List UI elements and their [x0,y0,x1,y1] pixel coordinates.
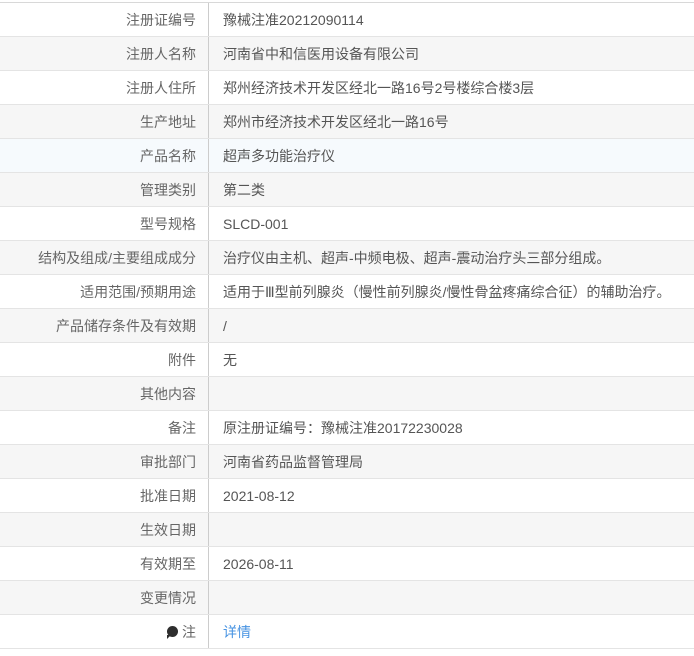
table-row: 管理类别 第二类 [0,173,694,207]
row-label-cell: 有效期至 [0,547,209,580]
row-value-cell: 原注册证编号：豫械注准20172230028 [209,411,694,444]
row-label: 产品名称 [140,147,196,164]
row-value: SLCD-001 [223,215,289,232]
table-row: 型号规格 SLCD-001 [0,207,694,241]
table-row: 附件 无 [0,343,694,377]
row-label-cell: 产品储存条件及有效期 [0,309,209,342]
row-label: 结构及组成/主要组成成分 [38,249,196,266]
row-label: 产品储存条件及有效期 [56,317,196,334]
row-label: 管理类别 [140,181,196,198]
row-label-cell: 注 [0,615,209,648]
row-label-cell: 其他内容 [0,377,209,410]
row-label-cell: 生效日期 [0,513,209,546]
row-value-cell: 豫械注准20212090114 [209,3,694,36]
row-value: 2021-08-12 [223,487,295,504]
table-row: 变更情况 [0,581,694,615]
row-value: 超声多功能治疗仪 [223,147,335,164]
row-value-cell: 2021-08-12 [209,479,694,512]
row-label-cell: 结构及组成/主要组成成分 [0,241,209,274]
row-label: 注 [182,623,196,640]
table-row: 注册证编号 豫械注准20212090114 [0,3,694,37]
row-label-cell: 注册人住所 [0,71,209,104]
row-label-cell: 注册证编号 [0,3,209,36]
row-value-cell: 第二类 [209,173,694,206]
row-label: 适用范围/预期用途 [80,283,196,300]
table-row: 结构及组成/主要组成成分 治疗仪由主机、超声-中频电极、超声-震动治疗头三部分组… [0,241,694,275]
row-value: / [223,317,227,334]
registration-table: 注册证编号 豫械注准20212090114 注册人名称 河南省中和信医用设备有限… [0,2,694,649]
row-label-cell: 批准日期 [0,479,209,512]
row-value-cell: / [209,309,694,342]
row-label: 备注 [168,419,196,436]
row-value-cell: 郑州市经济技术开发区经北一路16号 [209,105,694,138]
row-value: 治疗仪由主机、超声-中频电极、超声-震动治疗头三部分组成。 [223,249,611,266]
row-value: 原注册证编号：豫械注准20172230028 [223,419,463,436]
row-value: 郑州市经济技术开发区经北一路16号 [223,113,449,130]
row-value: 2026-08-11 [223,555,294,572]
row-label: 变更情况 [140,589,196,606]
table-row: 产品储存条件及有效期 / [0,309,694,343]
row-label-cell: 产品名称 [0,139,209,172]
row-label: 注册人名称 [126,45,196,62]
row-label: 生效日期 [140,521,196,538]
row-value: 适用于Ⅲ型前列腺炎（慢性前列腺炎/慢性骨盆疼痛综合征）的辅助治疗。 [223,283,671,300]
row-value: 无 [223,351,237,368]
registration-detail-page: 注册证编号 豫械注准20212090114 注册人名称 河南省中和信医用设备有限… [0,0,694,649]
row-label-cell: 备注 [0,411,209,444]
row-value-cell: 河南省中和信医用设备有限公司 [209,37,694,70]
row-value-cell: 超声多功能治疗仪 [209,139,694,172]
row-label: 生产地址 [140,113,196,130]
row-label-cell: 管理类别 [0,173,209,206]
table-row: 注册人住所 郑州经济技术开发区经北一路16号2号楼综合楼3层 [0,71,694,105]
row-label-cell: 附件 [0,343,209,376]
row-value: 第二类 [223,181,265,198]
table-row: 审批部门 河南省药品监督管理局 [0,445,694,479]
row-label-cell: 型号规格 [0,207,209,240]
table-row: 适用范围/预期用途 适用于Ⅲ型前列腺炎（慢性前列腺炎/慢性骨盆疼痛综合征）的辅助… [0,275,694,309]
row-value-cell: 2026-08-11 [209,547,694,580]
table-row: 生效日期 [0,513,694,547]
table-row: 注册人名称 河南省中和信医用设备有限公司 [0,37,694,71]
row-value: 河南省药品监督管理局 [223,453,363,470]
table-row: 有效期至 2026-08-11 [0,547,694,581]
row-label: 批准日期 [140,487,196,504]
note-balloon-icon [167,626,178,639]
row-value-cell: SLCD-001 [209,207,694,240]
row-label-cell: 审批部门 [0,445,209,478]
detail-link[interactable]: 详情 [223,622,251,642]
row-value-cell: 郑州经济技术开发区经北一路16号2号楼综合楼3层 [209,71,694,104]
table-row: 生产地址 郑州市经济技术开发区经北一路16号 [0,105,694,139]
row-value-cell: 治疗仪由主机、超声-中频电极、超声-震动治疗头三部分组成。 [209,241,694,274]
row-label-cell: 注册人名称 [0,37,209,70]
row-value: 郑州经济技术开发区经北一路16号2号楼综合楼3层 [223,79,535,96]
table-row: 备注 原注册证编号：豫械注准20172230028 [0,411,694,445]
row-label: 其他内容 [140,385,196,402]
row-value: 豫械注准20212090114 [223,11,364,28]
row-value-cell [209,377,694,410]
table-row: 注 详情 [0,615,694,649]
row-value-cell [209,581,694,614]
row-value-cell: 河南省药品监督管理局 [209,445,694,478]
row-label-cell: 变更情况 [0,581,209,614]
row-label: 注册人住所 [126,79,196,96]
row-label: 注册证编号 [126,11,196,28]
row-label: 审批部门 [140,453,196,470]
row-label: 有效期至 [140,555,196,572]
row-label-cell: 适用范围/预期用途 [0,275,209,308]
row-value-cell: 无 [209,343,694,376]
row-label-cell: 生产地址 [0,105,209,138]
row-value: 河南省中和信医用设备有限公司 [223,45,419,62]
row-value-cell [209,513,694,546]
row-value-cell: 详情 [209,615,694,648]
row-label: 附件 [168,351,196,368]
row-label: 型号规格 [140,215,196,232]
row-value-cell: 适用于Ⅲ型前列腺炎（慢性前列腺炎/慢性骨盆疼痛综合征）的辅助治疗。 [209,275,694,308]
table-row: 产品名称 超声多功能治疗仪 [0,139,694,173]
table-row: 其他内容 [0,377,694,411]
table-row: 批准日期 2021-08-12 [0,479,694,513]
